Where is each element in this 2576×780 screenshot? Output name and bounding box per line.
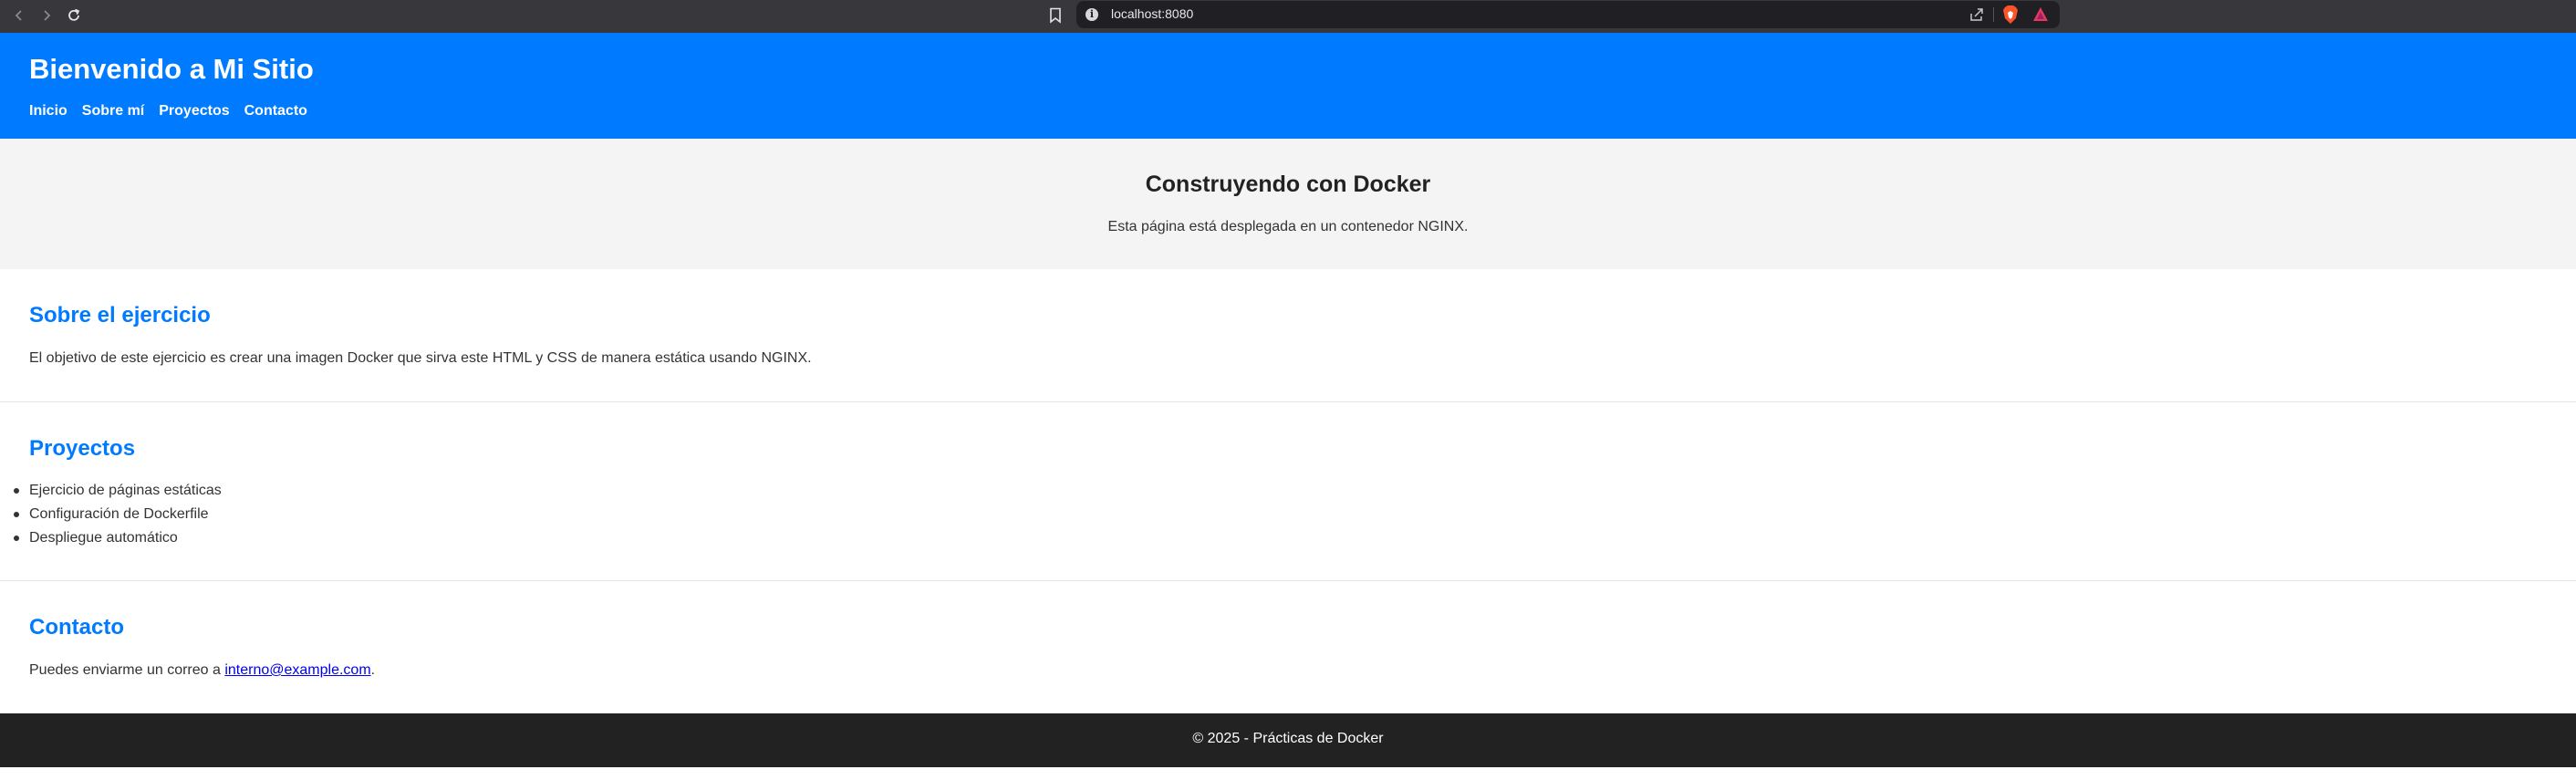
email-link[interactable]: interno@example.com [224,662,370,678]
site-nav: Inicio Sobre mí Proyectos Contacto [29,103,307,120]
address-bar[interactable]: i localhost:8080 [1076,1,2060,28]
about-text: El objetivo de este ejercicio es crear u… [29,350,812,366]
bookmark-icon [1050,7,1061,24]
list-item: Ejercicio de páginas estáticas [14,479,222,503]
projects-section: Proyectos Ejercicio de páginas estáticas… [0,402,2576,580]
site-info-icon[interactable]: i [1085,8,1098,21]
brave-shields-icon[interactable] [2001,5,2020,25]
projects-list: Ejercicio de páginas estáticas Configura… [14,479,222,550]
nav-link-contacto[interactable]: Contacto [244,103,307,120]
reload-icon [68,8,80,21]
contact-text-before: Puedes enviarme un correo a [29,662,225,678]
list-item: Despliegue automático [14,526,222,550]
nav-link-proyectos[interactable]: Proyectos [159,103,229,120]
forward-button[interactable] [35,4,58,27]
contact-title: Contacto [29,615,124,640]
nav-link-inicio[interactable]: Inicio [29,103,68,120]
projects-title: Proyectos [29,436,136,461]
brave-rewards-icon[interactable] [2031,5,2050,24]
bookmark-button[interactable] [1045,4,1065,27]
site-footer: © 2025 - Prácticas de Docker [0,713,2576,767]
back-icon [15,10,22,21]
hero-text: Esta página está desplegada en un conten… [1107,219,1469,234]
url-text[interactable]: localhost:8080 [1111,6,1193,21]
list-item: Configuración de Dockerfile [14,503,222,526]
contact-section: Contacto Puedes enviarme un correo a int… [0,581,2576,713]
url-separator [1993,7,1994,22]
hero-title: Construyendo con Docker [1145,172,1431,197]
hero-section: Construyendo con Docker Esta página está… [0,139,2576,269]
forward-icon [44,10,51,21]
about-title: Sobre el ejercicio [29,303,211,328]
back-button[interactable] [7,4,31,27]
site-title: Bienvenido a Mi Sitio [29,53,314,85]
site-header: Bienvenido a Mi Sitio Inicio Sobre mí Pr… [0,33,2576,139]
nav-link-sobre-mi[interactable]: Sobre mí [82,103,144,120]
share-icon[interactable] [1968,6,1985,23]
footer-text: © 2025 - Prácticas de Docker [1192,731,1384,746]
contact-text-after: . [370,662,376,678]
browser-toolbar: i localhost:8080 [0,0,2576,33]
about-section: Sobre el ejercicio El objetivo de este e… [0,269,2576,401]
contact-text: Puedes enviarme un correo a interno@exam… [29,662,375,679]
reload-button[interactable] [62,4,86,27]
